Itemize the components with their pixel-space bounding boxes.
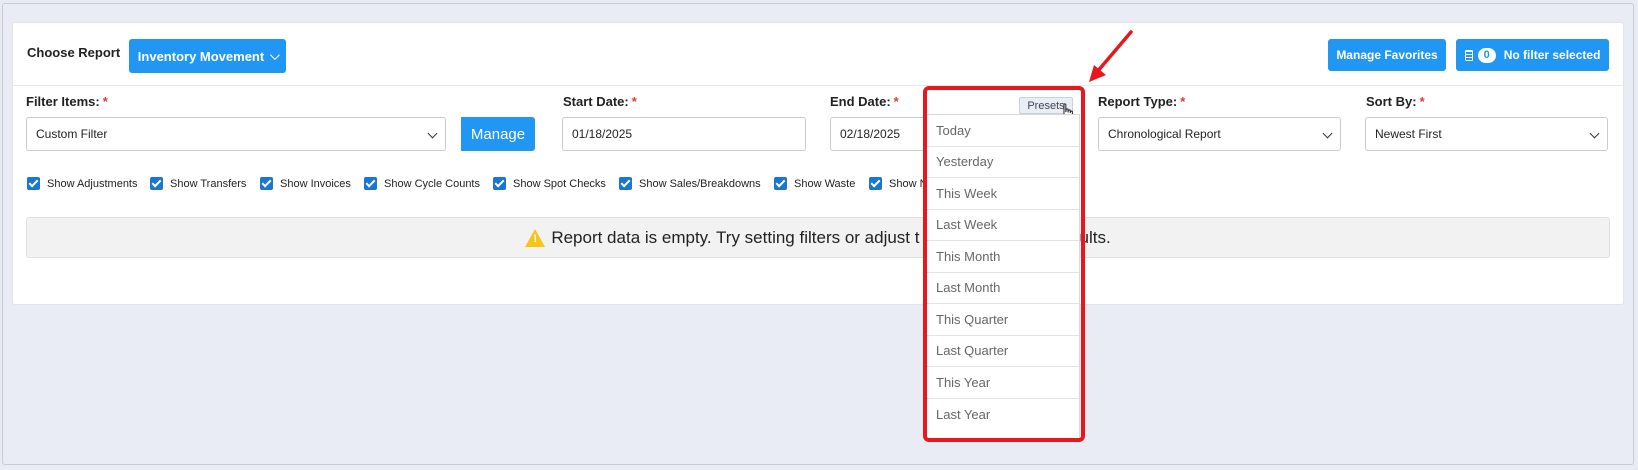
report-toolbar: Choose Report Inventory Movement Manage … [13,23,1623,86]
manage-favorites-button[interactable]: Manage Favorites [1328,39,1446,71]
checkbox-checked-icon [493,177,506,190]
checkbox-show-waste[interactable]: Show Waste [774,177,855,190]
checkbox-checked-icon [619,177,632,190]
chevron-down-icon [1589,128,1600,139]
alert-text-right: ults. [1079,227,1111,247]
presets-dropdown-menu: Today Yesterday This Week Last Week This… [926,114,1080,440]
checkbox-show-transfers[interactable]: Show Transfers [150,177,246,190]
alert-text-left: Report data is empty. Try setting filter… [551,227,920,247]
checkbox-show-spot-checks[interactable]: Show Spot Checks [493,177,606,190]
filter-list-icon [1464,49,1473,61]
checkbox-checked-icon [27,177,40,190]
checkbox-checked-icon [150,177,163,190]
choose-report-label: Choose Report [27,45,121,60]
preset-option-last-month[interactable]: Last Month [927,273,1079,304]
sort-by-label: Sort By: * [1366,94,1425,109]
report-select-label: Inventory Movement [137,48,265,64]
filter-items-select[interactable]: Custom Filter [26,117,446,151]
preset-option-yesterday[interactable]: Yesterday [927,147,1079,178]
report-type-select[interactable]: Chronological Report [1098,117,1341,151]
filter-selector-button[interactable]: 0 No filter selected [1456,39,1609,71]
preset-option-today[interactable]: Today [927,115,1079,147]
empty-report-alert: ! Report data is empty. Try setting filt… [26,217,1610,258]
filter-selector-label: No filter selected [1503,48,1601,62]
warning-icon: ! [525,228,546,247]
checkbox-checked-icon [869,177,882,190]
preset-option-last-year[interactable]: Last Year [927,399,1079,431]
chevron-down-icon [427,128,438,139]
checkbox-show-adjustments[interactable]: Show Adjustments [27,177,138,190]
preset-option-this-week[interactable]: This Week [927,178,1079,210]
preset-option-last-quarter[interactable]: Last Quarter [927,336,1079,367]
checkbox-show-cycle-counts[interactable]: Show Cycle Counts [364,177,480,190]
annotation-arrow-icon [1089,30,1133,82]
end-date-label: End Date: * [830,94,899,109]
checkbox-checked-icon [260,177,273,190]
checkbox-show-partial[interactable]: Show N [869,177,928,190]
start-date-label: Start Date: * [563,94,637,109]
report-type-label: Report Type: * [1098,94,1186,109]
preset-option-this-year[interactable]: This Year [927,367,1079,399]
filter-count-badge: 0 [1477,47,1496,63]
sort-by-select[interactable]: Newest First [1365,117,1608,151]
preset-option-this-month[interactable]: This Month [927,241,1079,273]
manage-filter-button[interactable]: Manage [461,117,535,151]
checkbox-show-invoices[interactable]: Show Invoices [260,177,351,190]
preset-option-this-quarter[interactable]: This Quarter [927,304,1079,336]
checkbox-checked-icon [774,177,787,190]
chevron-down-icon [270,49,281,60]
report-panel: Choose Report Inventory Movement Manage … [12,22,1624,305]
start-date-input[interactable]: 01/18/2025 [562,117,806,151]
checkbox-show-sales-breakdowns[interactable]: Show Sales/Breakdowns [619,177,761,190]
preset-option-last-week[interactable]: Last Week [927,210,1079,241]
checkbox-checked-icon [364,177,377,190]
filter-items-label: Filter Items: * [26,94,108,109]
chevron-down-icon [1322,128,1333,139]
report-select-button[interactable]: Inventory Movement [129,39,286,73]
